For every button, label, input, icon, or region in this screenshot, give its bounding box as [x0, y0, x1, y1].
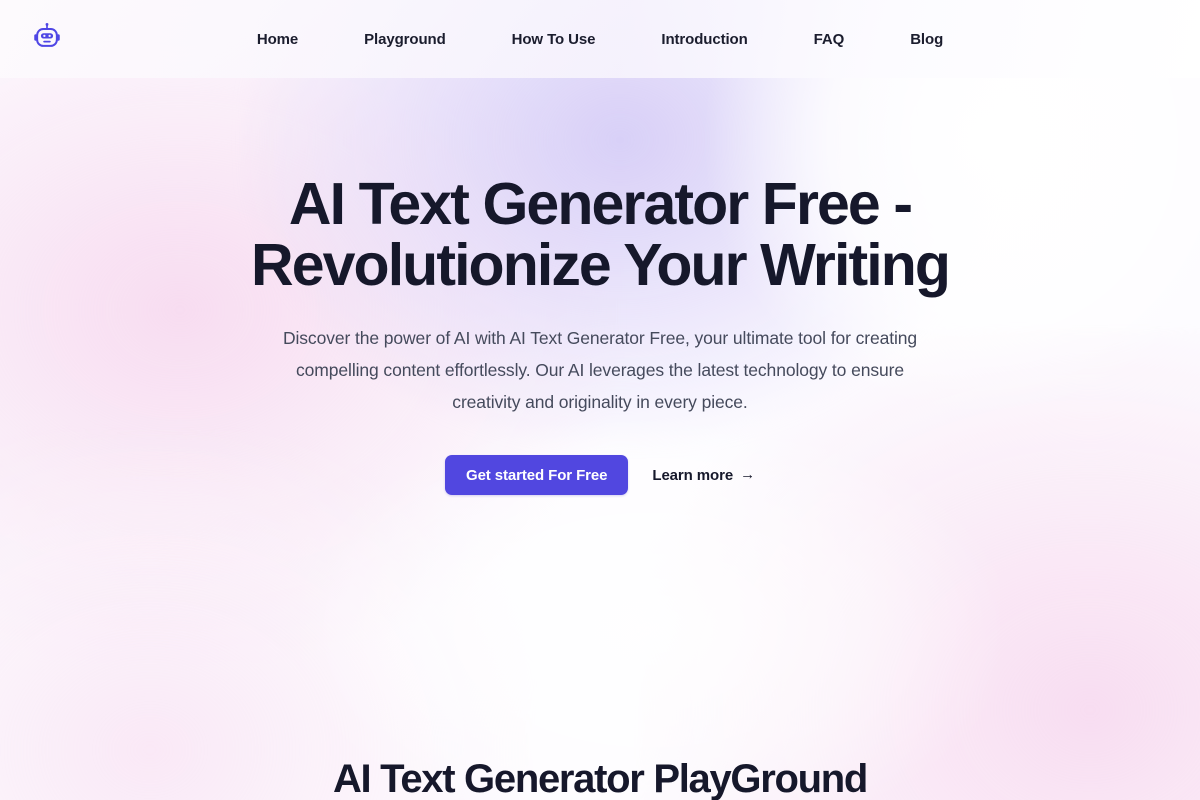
- nav-item-home[interactable]: Home: [257, 25, 298, 54]
- nav-item-introduction[interactable]: Introduction: [661, 25, 747, 54]
- learn-more-label: Learn more: [652, 466, 734, 484]
- hero-cta-row: Get started For Free Learn more →: [0, 455, 1200, 495]
- nav-item-playground[interactable]: Playground: [364, 25, 446, 54]
- page-root: Home Playground How To Use Introduction …: [0, 0, 1200, 800]
- hero-title: AI Text Generator Free - Revolutionize Y…: [251, 171, 951, 298]
- get-started-button[interactable]: Get started For Free: [445, 455, 629, 495]
- main-navigation: Home Playground How To Use Introduction …: [0, 0, 1200, 78]
- site-header: Home Playground How To Use Introduction …: [0, 0, 1200, 78]
- playground-section-title: AI Text Generator PlayGround: [332, 757, 868, 800]
- hero-subtitle: Discover the power of AI with AI Text Ge…: [282, 328, 918, 412]
- nav-item-how-to-use[interactable]: How To Use: [512, 25, 596, 54]
- hero-section: AI Text Generator Free - Revolutionize Y…: [0, 78, 1200, 495]
- playground-section: AI Text Generator PlayGround: [0, 756, 1200, 800]
- nav-item-blog[interactable]: Blog: [910, 25, 943, 54]
- learn-more-link[interactable]: Learn more →: [652, 467, 755, 484]
- arrow-right-icon: →: [740, 466, 755, 483]
- nav-item-faq[interactable]: FAQ: [814, 25, 845, 54]
